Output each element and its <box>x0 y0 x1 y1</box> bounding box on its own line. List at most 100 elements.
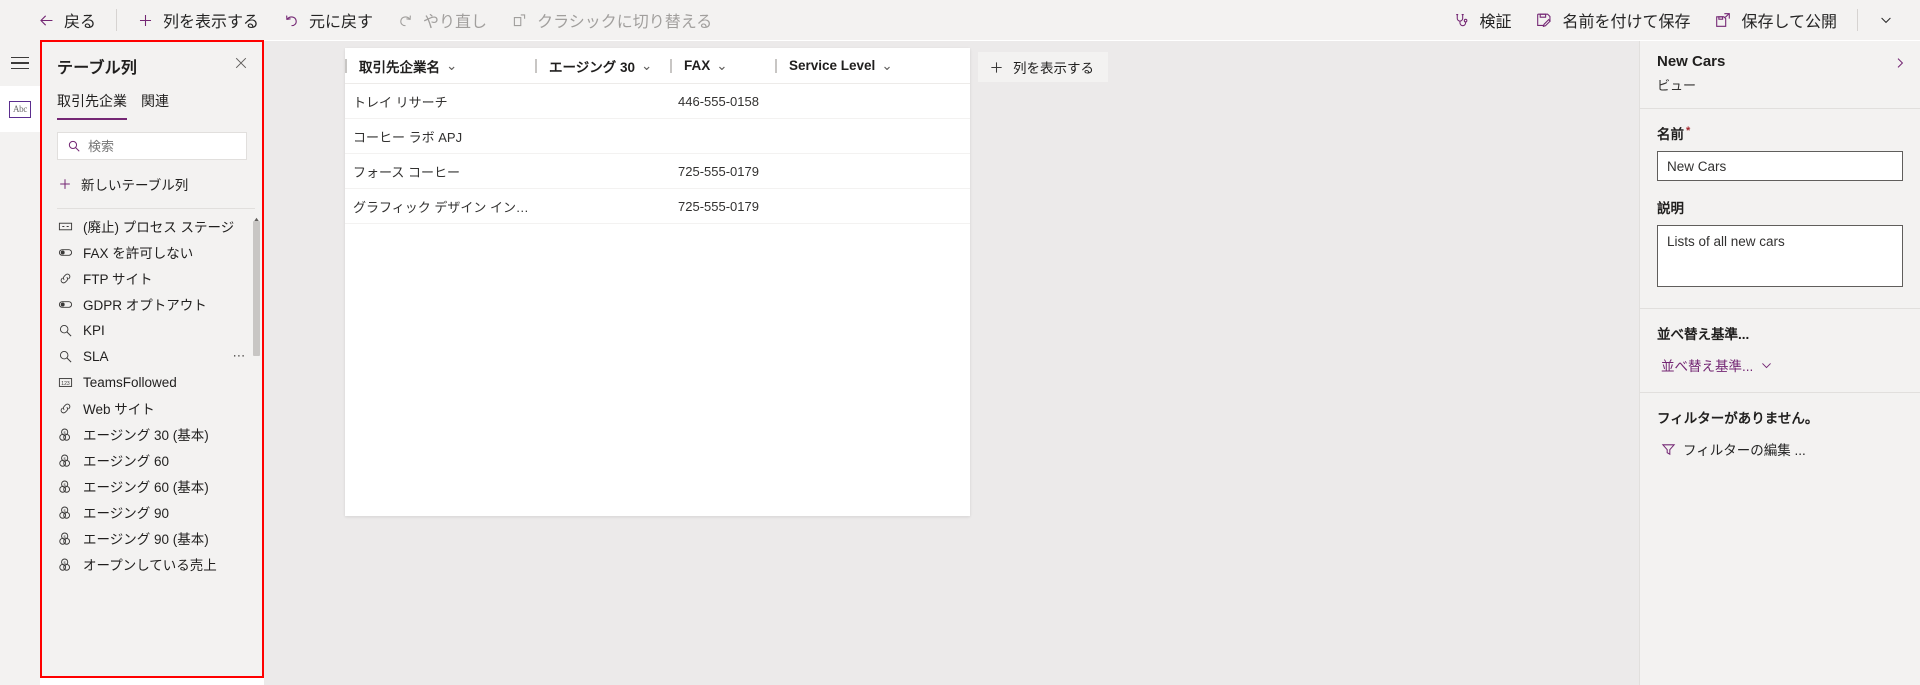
table-column-item-label: エージング 60 (基本) <box>83 480 209 495</box>
show-columns-button[interactable]: 列を表示する <box>125 0 271 40</box>
rail-item-table-columns[interactable]: Abc <box>0 86 40 132</box>
chevron-down-icon <box>1878 12 1894 28</box>
currency-icon: $ <box>58 505 73 520</box>
table-column-item[interactable]: 123 TeamsFollowed <box>41 369 263 395</box>
table-column-item-label: (廃止) プロセス ステージ <box>83 220 235 235</box>
new-table-column-button[interactable]: 新しいテーブル列 <box>41 160 263 208</box>
grid-row[interactable]: トレイ リサーチ 446-555-0158 <box>345 84 970 119</box>
filters-section: フィルターがありません。 フィルターの編集 ... <box>1640 392 1920 478</box>
required-asterisk: * <box>1686 124 1691 137</box>
left-icon-rail: Abc <box>0 40 40 685</box>
sort-heading: 並べ替え基準... <box>1657 327 1750 342</box>
panel-search-area <box>41 120 263 160</box>
search-icon <box>58 139 88 153</box>
table-column-item[interactable]: $ エージング 90 <box>41 499 263 525</box>
link-icon <box>58 401 73 416</box>
new-table-column-label: 新しいテーブル列 <box>81 178 189 193</box>
name-field-label: 名前 * <box>1657 123 1903 143</box>
sort-section: 並べ替え基準... 並べ替え基準... <box>1640 308 1920 392</box>
grid-row[interactable]: フォース コーヒー 725-555-0179 <box>345 154 970 189</box>
undo-button[interactable]: 元に戻す <box>271 0 385 40</box>
table-column-item[interactable]: $ エージング 30 (基本) <box>41 421 263 447</box>
table-columns-panel-header: テーブル列 <box>41 41 263 78</box>
redo-icon <box>397 12 414 29</box>
chevron-down-icon[interactable]: ⌄ <box>716 58 727 74</box>
table-column-item[interactable]: $ オープンしている売上 <box>41 551 263 577</box>
currency-icon: $ <box>58 453 73 468</box>
table-column-item-label: オープンしている売上 <box>83 558 217 573</box>
name-input[interactable] <box>1657 151 1903 181</box>
name-and-description-section: 名前* 説明 <box>1640 108 1920 308</box>
save-as-button[interactable]: 名前を付けて保存 <box>1523 0 1702 40</box>
table-column-item[interactable]: SLA ⋯ <box>41 343 263 369</box>
save-and-publish-button[interactable]: 保存して公開 <box>1702 0 1849 40</box>
filter-icon <box>1661 442 1676 457</box>
table-column-item[interactable]: (廃止) プロセス ステージ <box>41 213 263 239</box>
table-column-item[interactable]: $ エージング 90 (基本) <box>41 525 263 551</box>
panel-scrollbar-thumb[interactable] <box>253 221 260 356</box>
table-column-item[interactable]: FTP サイト <box>41 265 263 291</box>
table-column-item-more-icon[interactable]: ⋯ <box>233 348 248 364</box>
table-column-item[interactable]: FAX を許可しない <box>41 239 263 265</box>
abc-text-column-icon-label: Abc <box>12 104 28 114</box>
table-column-item[interactable]: $ エージング 60 <box>41 447 263 473</box>
switch-classic-button-label: クラシックに切り替える <box>537 14 713 31</box>
grid-row[interactable]: コーヒー ラボ APJ <box>345 119 970 154</box>
toggle-icon <box>58 245 73 260</box>
properties-panel-header: New Cars ビュー <box>1640 41 1920 108</box>
chevron-down-icon[interactable]: ⌄ <box>446 58 457 74</box>
chevron-down-icon[interactable]: ⌄ <box>881 58 892 74</box>
table-column-item[interactable]: GDPR オプトアウト <box>41 291 263 317</box>
add-column-button-label: 列を表示する <box>1013 61 1094 76</box>
grid-cell: トレイ リサーチ <box>353 94 448 110</box>
switch-classic-button[interactable]: クラシックに切り替える <box>499 0 724 40</box>
grid-cell: 446-555-0158 <box>678 93 759 109</box>
edit-filters-button[interactable]: フィルターの編集 ... <box>1661 439 1806 459</box>
table-columns-panel: テーブル列 取引先企業 関連 検索 新しいテーブル列 (廃止) プロセス ステー… <box>41 41 263 677</box>
command-bar-overflow-button[interactable] <box>1866 0 1906 40</box>
save-as-icon <box>1535 11 1553 29</box>
grid-column-header[interactable]: Service Level ⌄ <box>775 48 925 84</box>
view-grid: 取引先企業名 ⌄ エージング 30 ⌄ FAX ⌄ Service Level ⌄ トレイ リ… <box>345 48 970 516</box>
grid-column-header[interactable]: FAX ⌄ <box>670 48 775 84</box>
table-column-item[interactable]: Web サイト <box>41 395 263 421</box>
hamburger-menu-icon <box>11 56 29 70</box>
table-column-list[interactable]: (廃止) プロセス ステージ FAX を許可しない FTP サイト GDPR オプトア… <box>41 209 263 677</box>
grid-cell: フォース コーヒー <box>353 164 460 180</box>
command-bar-right-group: 検証 名前を付けて保存 保存して公開 <box>1441 0 1920 40</box>
save-as-button-label: 名前を付けて保存 <box>1562 14 1691 31</box>
redo-button[interactable]: やり直し <box>385 0 499 40</box>
description-field-label: 説明 <box>1657 201 1684 216</box>
table-column-item[interactable]: KPI <box>41 317 263 343</box>
text-field-icon <box>58 219 73 234</box>
back-button[interactable]: 戻る <box>26 0 108 40</box>
panel-title: テーブル列 <box>57 60 138 77</box>
validate-button-label: 検証 <box>1479 14 1512 31</box>
tab-account[interactable]: 取引先企業 <box>57 91 127 120</box>
expand-panel-button[interactable] <box>1892 53 1908 76</box>
table-column-item[interactable]: $ エージング 60 (基本) <box>41 473 263 499</box>
add-column-button[interactable]: 列を表示する <box>978 52 1108 82</box>
search-input[interactable] <box>88 138 263 154</box>
validate-button[interactable]: 検証 <box>1441 0 1523 40</box>
grid-column-header-label: Service Level <box>789 58 876 73</box>
command-bar-divider <box>116 9 118 31</box>
description-textarea[interactable] <box>1657 225 1903 287</box>
grid-column-header[interactable]: エージング 30 ⌄ <box>535 48 670 84</box>
sort-by-dropdown[interactable]: 並べ替え基準... <box>1661 355 1773 375</box>
stethoscope-icon <box>1453 12 1470 29</box>
tab-related[interactable]: 関連 <box>141 91 169 120</box>
close-panel-button[interactable] <box>231 54 251 77</box>
hamburger-menu-button[interactable] <box>0 40 40 86</box>
grid-column-header[interactable]: 取引先企業名 ⌄ <box>345 48 535 84</box>
lookup-icon <box>58 323 73 338</box>
back-button-label: 戻る <box>64 14 97 31</box>
arrow-left-icon <box>38 12 55 29</box>
grid-row[interactable]: グラフィック デザイン インスティ... 725-555-0179 <box>345 189 970 224</box>
view-name-heading: New Cars <box>1657 53 1726 70</box>
table-column-item-label: エージング 90 <box>83 506 169 521</box>
svg-text:123: 123 <box>61 380 70 386</box>
grid-column-header-label: 取引先企業名 <box>359 59 440 75</box>
view-properties-panel: New Cars ビュー 名前* 説明 並べ替え基準... 並べ <box>1639 41 1920 685</box>
chevron-down-icon[interactable]: ⌄ <box>641 58 652 74</box>
